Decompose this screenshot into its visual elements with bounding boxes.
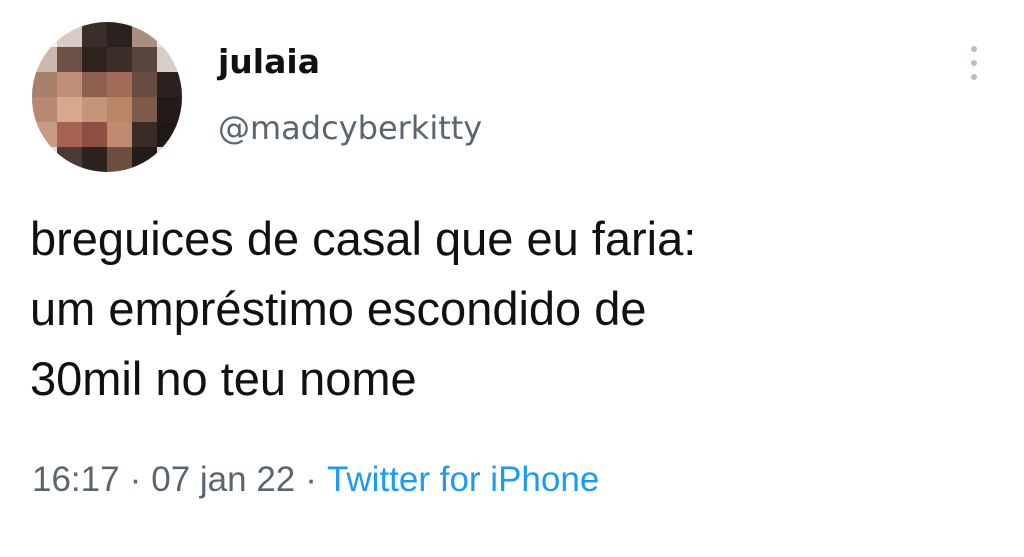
pixelated-avatar-image: [32, 22, 182, 172]
avatar[interactable]: [32, 22, 182, 172]
tweet-date[interactable]: 07 jan 22: [151, 460, 295, 499]
tweet-source-link[interactable]: Twitter for iPhone: [327, 460, 599, 499]
tweet-card: julaia @madcyberkitty breguices de casal…: [0, 0, 1024, 557]
tweet-text-line: 30mil no teu nome: [30, 352, 417, 405]
more-vertical-icon-dot: [971, 74, 977, 80]
tweet-text-line: um empréstimo escondido de: [30, 282, 647, 335]
user-handle[interactable]: @madcyberkitty: [218, 106, 482, 150]
separator: ·: [129, 460, 142, 499]
display-name[interactable]: julaia: [218, 40, 320, 84]
tweet-time[interactable]: 16:17: [32, 460, 120, 499]
more-options-button[interactable]: [956, 40, 992, 86]
tweet-metadata: 16:17 · 07 jan 22 · Twitter for iPhone: [32, 456, 599, 504]
tweet-text-line: breguices de casal que eu faria:: [30, 212, 697, 265]
more-vertical-icon: [971, 46, 977, 52]
separator: ·: [305, 460, 317, 499]
tweet-text: breguices de casal que eu faria: um empr…: [30, 204, 990, 414]
more-vertical-icon-dot: [971, 60, 977, 66]
